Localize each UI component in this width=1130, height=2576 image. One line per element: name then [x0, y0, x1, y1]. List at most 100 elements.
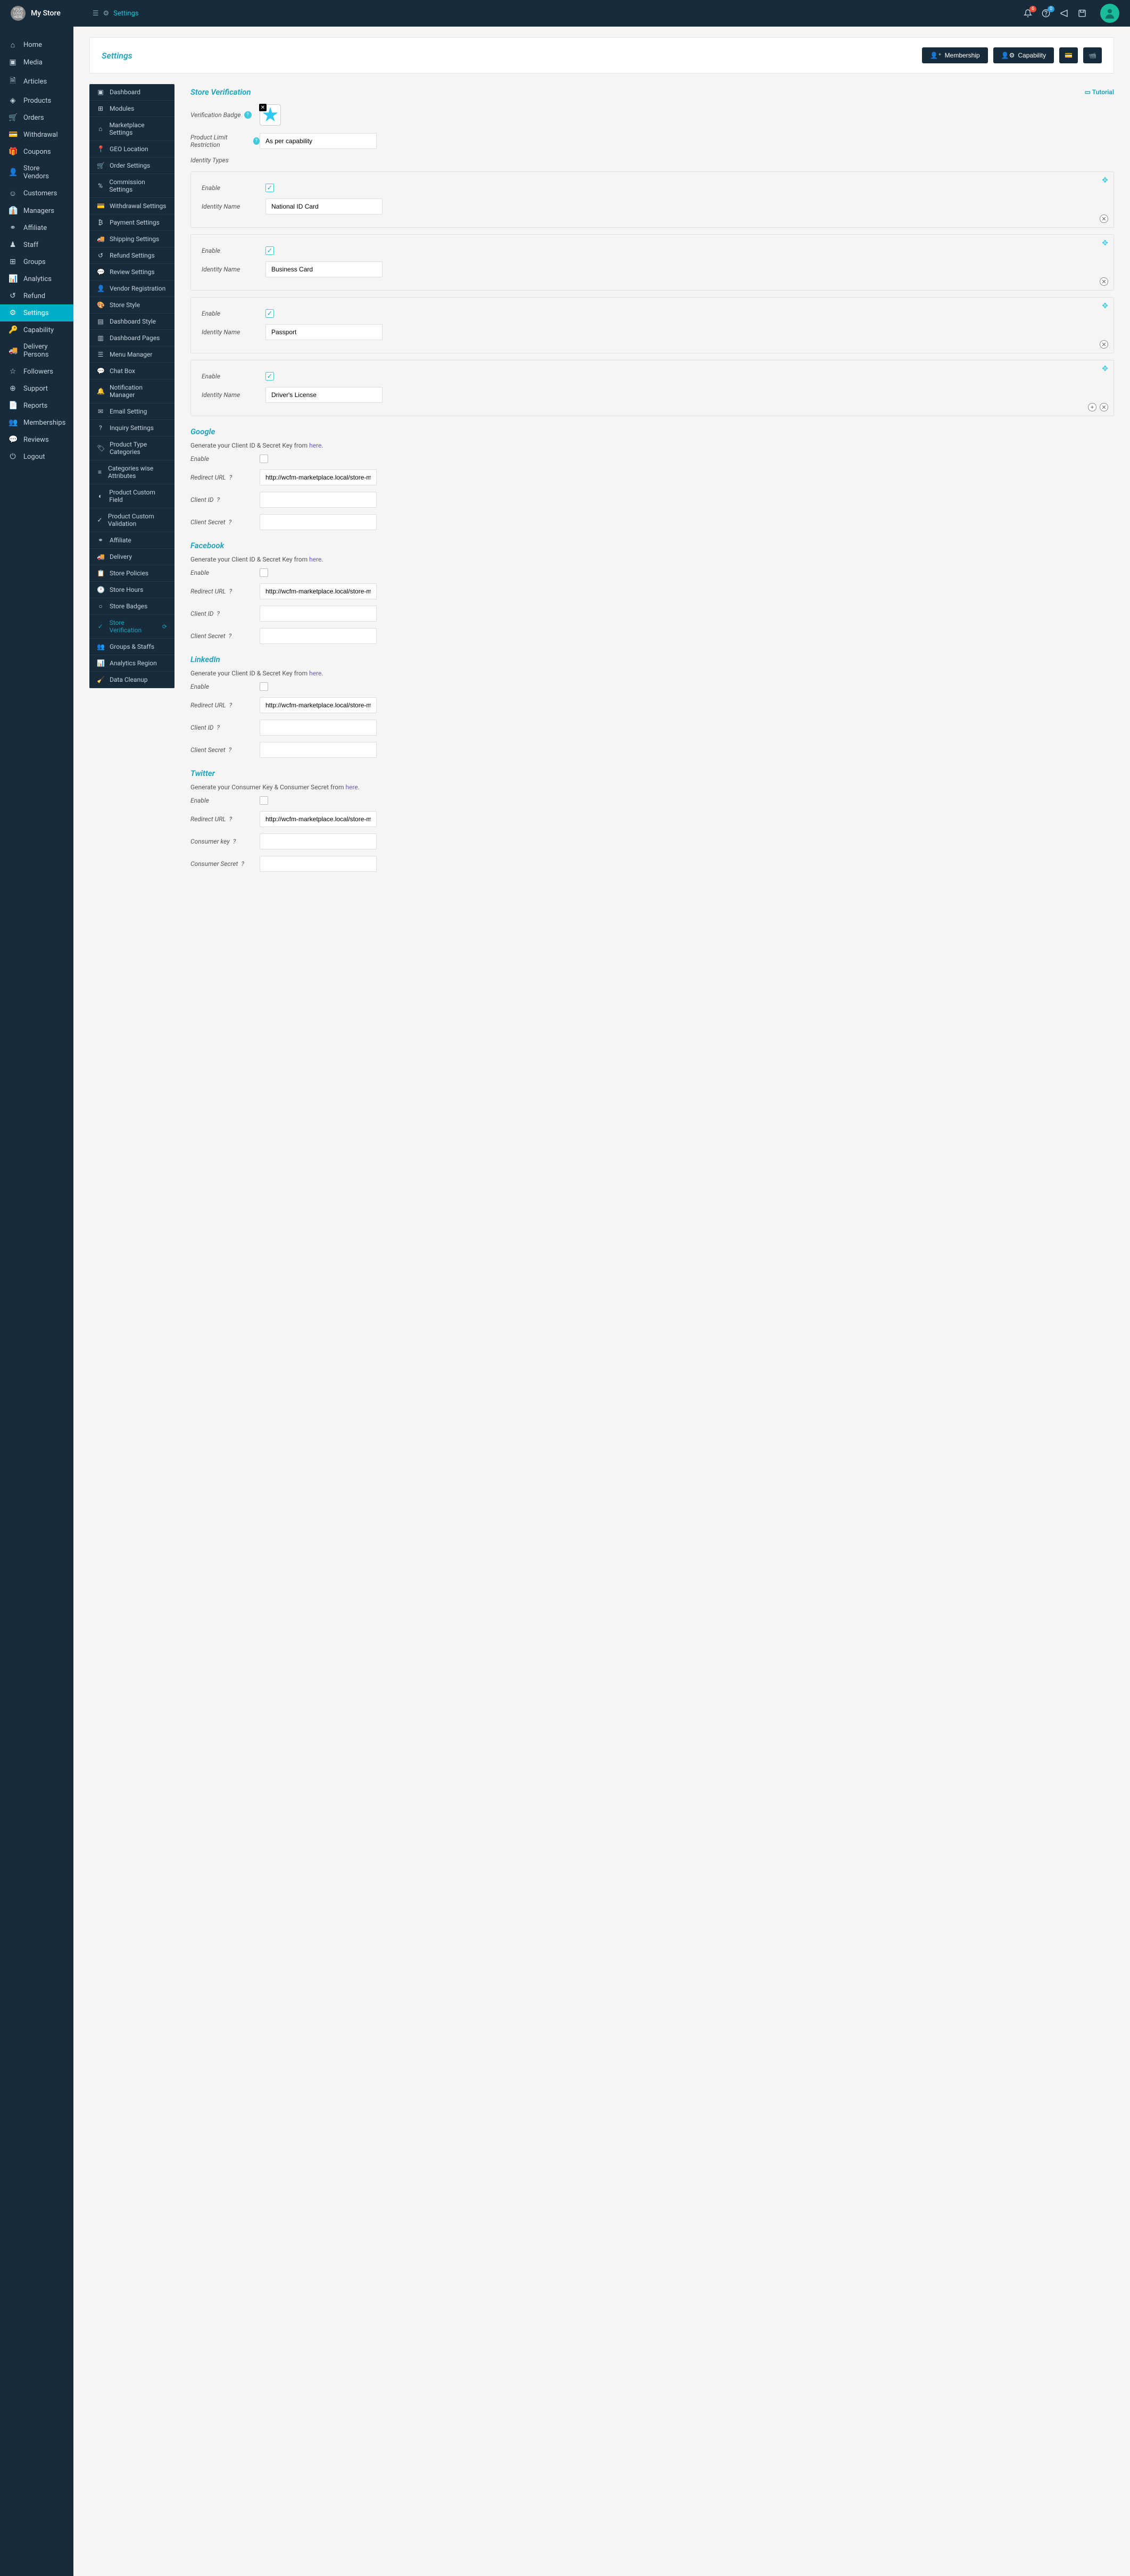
help-icon[interactable]: ?	[253, 137, 260, 145]
help-icon[interactable]: ?	[241, 860, 244, 868]
move-handle-icon[interactable]: ✥	[1102, 239, 1108, 247]
generate-link[interactable]: here	[309, 442, 321, 449]
sidebar-item-managers[interactable]: 👔Managers	[0, 202, 73, 219]
help-icon[interactable]: ?	[229, 815, 232, 823]
help-icon[interactable]: ?	[229, 632, 232, 640]
help-icon[interactable]: ?	[244, 111, 252, 119]
enable-checkbox[interactable]	[260, 455, 268, 463]
subnav-item-modules[interactable]: ⊞Modules	[89, 101, 175, 117]
client-id-input[interactable]	[260, 720, 377, 736]
subnav-item-shipping-settings[interactable]: 🚚Shipping Settings	[89, 231, 175, 247]
video-button[interactable]: 📹	[1083, 47, 1102, 63]
subnav-item-product-type-categories[interactable]: 🏷Product Type Categories	[89, 436, 175, 460]
identity-name-input[interactable]	[265, 324, 383, 340]
sidebar-item-media[interactable]: ▣Media	[0, 54, 73, 71]
subnav-item-dashboard-pages[interactable]: ▥Dashboard Pages	[89, 330, 175, 346]
redirect-url-input[interactable]	[260, 583, 377, 599]
client-secret-input[interactable]	[260, 514, 377, 530]
card-button[interactable]: 💳	[1059, 47, 1078, 63]
subnav-item-marketplace-settings[interactable]: ⌂Marketplace Settings	[89, 117, 175, 141]
subnav-item-inquiry-settings[interactable]: ?Inquiry Settings	[89, 420, 175, 436]
notification-icon[interactable]: 6	[1024, 9, 1032, 18]
remove-identity-button[interactable]: ✕	[1100, 340, 1108, 349]
subnav-item-vendor-registration[interactable]: 👤Vendor Registration	[89, 280, 175, 297]
client-id-input[interactable]	[260, 606, 377, 622]
help-icon[interactable]: 0	[1042, 9, 1050, 18]
subnav-item-affiliate[interactable]: ⚭Affiliate	[89, 532, 175, 549]
enable-checkbox[interactable]	[260, 682, 268, 691]
enable-checkbox[interactable]: ✓	[265, 246, 274, 255]
subnav-item-store-hours[interactable]: 🕐Store Hours	[89, 582, 175, 598]
generate-link[interactable]: here	[346, 783, 358, 791]
client-secret-input[interactable]	[260, 628, 377, 644]
sidebar-item-reviews[interactable]: 💬Reviews	[0, 431, 73, 448]
subnav-item-delivery[interactable]: 🚚Delivery	[89, 549, 175, 565]
identity-name-input[interactable]	[265, 387, 383, 403]
remove-identity-button[interactable]: ✕	[1100, 214, 1108, 223]
membership-button[interactable]: 👤⁺Membership	[922, 47, 987, 63]
client-id-input[interactable]	[260, 492, 377, 508]
redirect-url-input[interactable]	[260, 469, 377, 485]
client-id-input[interactable]	[260, 833, 377, 849]
subnav-item-dashboard-style[interactable]: ▤Dashboard Style	[89, 313, 175, 330]
subnav-item-commission-settings[interactable]: %Commission Settings	[89, 174, 175, 198]
subnav-item-payment-settings[interactable]: ₿Payment Settings	[89, 214, 175, 231]
help-icon[interactable]: ?	[229, 588, 232, 595]
sidebar-item-followers[interactable]: ☆Followers	[0, 363, 73, 380]
help-icon[interactable]: ?	[217, 610, 220, 617]
subnav-item-refund-settings[interactable]: ↺Refund Settings	[89, 247, 175, 264]
sidebar-item-reports[interactable]: 📄Reports	[0, 397, 73, 414]
remove-identity-button[interactable]: ✕	[1100, 277, 1108, 286]
sidebar-item-coupons[interactable]: 🎁Coupons	[0, 143, 73, 160]
enable-checkbox[interactable]: ✓	[265, 184, 274, 192]
move-handle-icon[interactable]: ✥	[1102, 365, 1108, 373]
sidebar-item-groups[interactable]: ⊞Groups	[0, 253, 73, 270]
subnav-item-data-cleanup[interactable]: 🧹Data Cleanup	[89, 672, 175, 688]
help-icon[interactable]: ?	[229, 701, 232, 709]
sidebar-item-delivery-persons[interactable]: 🚚Delivery Persons	[0, 338, 73, 363]
sidebar-item-refund[interactable]: ↺Refund	[0, 287, 73, 304]
subnav-item-notification-manager[interactable]: 🔔Notification Manager	[89, 379, 175, 403]
remove-badge-icon[interactable]: ✕	[259, 104, 267, 111]
help-icon[interactable]: ?	[217, 496, 220, 503]
subnav-item-store-policies[interactable]: 📋Store Policies	[89, 565, 175, 582]
generate-link[interactable]: here	[309, 670, 321, 677]
sidebar-item-logout[interactable]: ⏻Logout	[0, 448, 73, 465]
sidebar-item-withdrawal[interactable]: 💳Withdrawal	[0, 126, 73, 143]
sidebar-item-settings[interactable]: ⚙Settings	[0, 304, 73, 321]
sidebar-item-support[interactable]: ⊕Support	[0, 380, 73, 397]
move-handle-icon[interactable]: ✥	[1102, 176, 1108, 185]
sidebar-item-affiliate[interactable]: ⚭Affiliate	[0, 219, 73, 236]
sidebar-item-articles[interactable]: 🗎Articles	[0, 71, 73, 92]
help-icon[interactable]: ?	[229, 474, 232, 481]
subnav-item-withdrawal-settings[interactable]: 💳Withdrawal Settings	[89, 198, 175, 214]
sidebar-item-staff[interactable]: ♟Staff	[0, 236, 73, 253]
capability-button[interactable]: 👤⚙Capability	[993, 47, 1054, 63]
subnav-item-review-settings[interactable]: 💬Review Settings	[89, 264, 175, 280]
save-icon[interactable]	[1078, 9, 1086, 18]
verification-badge-image[interactable]: ✕	[260, 104, 281, 126]
generate-link[interactable]: here	[309, 556, 321, 563]
sidebar-item-analytics[interactable]: 📊Analytics	[0, 270, 73, 287]
help-icon[interactable]: ?	[217, 724, 220, 731]
sidebar-item-products[interactable]: ◈Products	[0, 92, 73, 109]
client-secret-input[interactable]	[260, 856, 377, 872]
subnav-item-menu-manager[interactable]: ☰Menu Manager	[89, 346, 175, 363]
sidebar-item-home[interactable]: ⌂Home	[0, 36, 73, 54]
help-icon[interactable]: ?	[229, 518, 232, 526]
help-icon[interactable]: ?	[233, 838, 236, 845]
sidebar-item-memberships[interactable]: 👥Memberships	[0, 414, 73, 431]
identity-name-input[interactable]	[265, 261, 383, 277]
client-secret-input[interactable]	[260, 742, 377, 758]
subnav-item-categories-wise-attributes[interactable]: ≡Categories wise Attributes	[89, 460, 175, 484]
subnav-item-geo-location[interactable]: 📍GEO Location	[89, 141, 175, 158]
sidebar-item-capability[interactable]: 🔑Capability	[0, 321, 73, 338]
redirect-url-input[interactable]	[260, 697, 377, 713]
product-limit-input[interactable]	[260, 133, 377, 149]
remove-identity-button[interactable]: ✕	[1100, 403, 1108, 411]
identity-name-input[interactable]	[265, 199, 383, 214]
menu-icon[interactable]: ☰	[93, 10, 99, 18]
user-avatar[interactable]	[1100, 4, 1119, 23]
enable-checkbox[interactable]	[260, 568, 268, 577]
sidebar-item-orders[interactable]: 🛒Orders	[0, 109, 73, 126]
